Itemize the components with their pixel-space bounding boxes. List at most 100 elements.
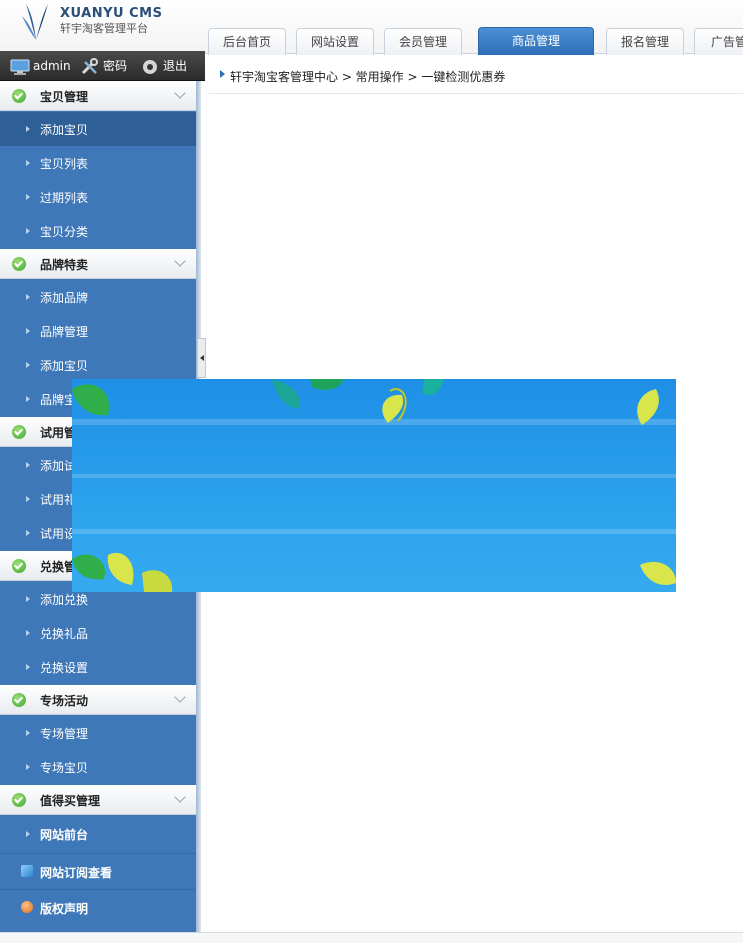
- admin-username: admin: [33, 59, 71, 73]
- logout-label: 退出: [163, 59, 188, 73]
- sidebar-item-goods-category[interactable]: 宝贝分类: [0, 214, 196, 248]
- check-circle-icon: [12, 89, 26, 103]
- rss-icon: [21, 865, 33, 877]
- sidebar-group-worth-buying[interactable]: 值得买管理: [0, 785, 196, 815]
- sidebar-item-label: 宝贝分类: [40, 225, 89, 239]
- arrow-right-icon: [26, 396, 30, 402]
- sidebar-group-label: 值得买管理: [40, 794, 101, 808]
- monitor-icon: [10, 59, 30, 75]
- sidebar-item-special-management[interactable]: 专场管理: [0, 716, 196, 750]
- info-icon: [21, 901, 33, 913]
- footer-bar: [0, 932, 743, 943]
- tab-ads-management[interactable]: 广告管: [694, 28, 743, 55]
- sidebar-item-exchange-settings[interactable]: 兑换设置: [0, 650, 196, 684]
- breadcrumb-arrow-icon: [220, 70, 225, 78]
- logo[interactable]: XUANYU CMS 轩宇淘客管理平台: [18, 2, 208, 46]
- arrow-right-icon: [26, 730, 30, 736]
- breadcrumb-text: 轩宇淘宝客管理中心 > 常用操作 > 一键检测优惠券: [230, 70, 506, 84]
- tab-product-management[interactable]: 商品管理: [478, 27, 594, 55]
- chevron-down-icon: [174, 255, 186, 267]
- chevron-down-icon: [174, 87, 186, 99]
- sidebar-item-label: 添加兑换: [40, 593, 89, 607]
- logo-mark-icon: [22, 4, 48, 40]
- header: XUANYU CMS 轩宇淘客管理平台 后台首页 网站设置 会员管理 商品管理 …: [0, 0, 743, 55]
- top-nav: 后台首页 网站设置 会员管理 商品管理 报名管理 广告管: [208, 27, 743, 55]
- sidebar-item-label: 添加宝贝: [40, 123, 89, 137]
- sidebar-item-label: 过期列表: [40, 191, 89, 205]
- sidebar-item-label: 品牌宝: [40, 393, 77, 407]
- arrow-right-icon: [26, 126, 30, 132]
- sidebar-item-label: 试用礼: [40, 493, 77, 507]
- check-circle-icon: [12, 693, 26, 707]
- sidebar-item-add-goods[interactable]: 添加宝贝: [0, 112, 196, 146]
- sidebar-item-subscriptions[interactable]: 网站订阅查看: [0, 853, 196, 889]
- sidebar-item-special-goods[interactable]: 专场宝贝: [0, 750, 196, 784]
- admin-bar: admin 密码 退出: [0, 51, 205, 81]
- sidebar-group-goods[interactable]: 宝贝管理: [0, 81, 196, 111]
- arrow-right-icon: [26, 328, 30, 334]
- sidebar-item-label: 添加品牌: [40, 291, 89, 305]
- sidebar-item-label: 品牌管理: [40, 325, 89, 339]
- sidebar-item-label: 网站前台: [40, 828, 89, 842]
- arrow-right-icon: [26, 630, 30, 636]
- admin-user[interactable]: admin: [10, 57, 71, 77]
- arrow-right-icon: [26, 160, 30, 166]
- chevron-down-icon: [174, 691, 186, 703]
- sidebar-item-add-brand[interactable]: 添加品牌: [0, 280, 196, 314]
- sidebar-item-label: 专场宝贝: [40, 761, 89, 775]
- sidebar-item-label: 兑换设置: [40, 661, 89, 675]
- password-button[interactable]: 密码: [80, 57, 127, 77]
- tab-site-settings[interactable]: 网站设置: [296, 28, 374, 55]
- tools-icon: [81, 57, 98, 74]
- sidebar-group-brand-sale[interactable]: 品牌特卖: [0, 249, 196, 279]
- arrow-right-icon: [26, 496, 30, 502]
- sidebar-item-label: 版权声明: [40, 902, 89, 916]
- arrow-right-icon: [26, 664, 30, 670]
- sidebar-group-label: 宝贝管理: [40, 90, 89, 104]
- sidebar-item-label: 试用设: [40, 527, 77, 541]
- sidebar-item-goods-list[interactable]: 宝贝列表: [0, 146, 196, 180]
- sidebar-group-label: 兑换管: [40, 560, 77, 574]
- leaf-pattern: [72, 379, 676, 592]
- sidebar-item-label: 添加试: [40, 459, 77, 473]
- logo-title: XUANYU CMS: [60, 6, 163, 21]
- check-circle-icon: [12, 257, 26, 271]
- check-circle-icon: [12, 425, 26, 439]
- sidebar-item-label: 宝贝列表: [40, 157, 89, 171]
- check-circle-icon: [12, 559, 26, 573]
- arrow-right-icon: [26, 462, 30, 468]
- sidebar-item-label: 专场管理: [40, 727, 89, 741]
- sidebar-item-brand-management[interactable]: 品牌管理: [0, 314, 196, 348]
- sidebar-item-label: 兑换礼品: [40, 627, 89, 641]
- sidebar-group-label: 品牌特卖: [40, 258, 89, 272]
- arrow-right-icon: [26, 194, 30, 200]
- sidebar-item-copyright[interactable]: 版权声明: [0, 889, 196, 925]
- sidebar-item-label: 网站订阅查看: [40, 866, 113, 880]
- sidebar-item-label: 添加宝贝: [40, 359, 89, 373]
- gear-icon: [143, 59, 157, 74]
- tab-member-management[interactable]: 会员管理: [384, 28, 462, 55]
- sidebar-group-label: 专场活动: [40, 694, 89, 708]
- logout-button[interactable]: 退出: [140, 57, 187, 77]
- arrow-right-icon: [26, 764, 30, 770]
- tab-home[interactable]: 后台首页: [208, 28, 286, 55]
- arrow-right-icon: [26, 596, 30, 602]
- arrow-right-icon: [26, 362, 30, 368]
- sidebar-item-site-frontend[interactable]: 网站前台: [0, 817, 196, 851]
- logo-subtitle: 轩宇淘客管理平台: [60, 22, 148, 35]
- chevron-down-icon: [174, 791, 186, 803]
- sidebar-group-special-events[interactable]: 专场活动: [0, 685, 196, 715]
- leaf-banner-image: [72, 379, 676, 592]
- sidebar-item-brand-add-goods[interactable]: 添加宝贝: [0, 348, 196, 382]
- sidebar-collapse-handle[interactable]: [197, 338, 206, 378]
- arrow-right-icon: [26, 831, 30, 837]
- sidebar-item-exchange-gifts[interactable]: 兑换礼品: [0, 616, 196, 650]
- arrow-right-icon: [26, 530, 30, 536]
- arrow-right-icon: [26, 228, 30, 234]
- sidebar-group-label: 试用管: [40, 426, 77, 440]
- check-circle-icon: [12, 793, 26, 807]
- breadcrumb: 轩宇淘宝客管理中心 > 常用操作 > 一键检测优惠券: [209, 60, 743, 94]
- sidebar-item-expired-list[interactable]: 过期列表: [0, 180, 196, 214]
- arrow-right-icon: [26, 294, 30, 300]
- tab-signup-management[interactable]: 报名管理: [606, 28, 684, 55]
